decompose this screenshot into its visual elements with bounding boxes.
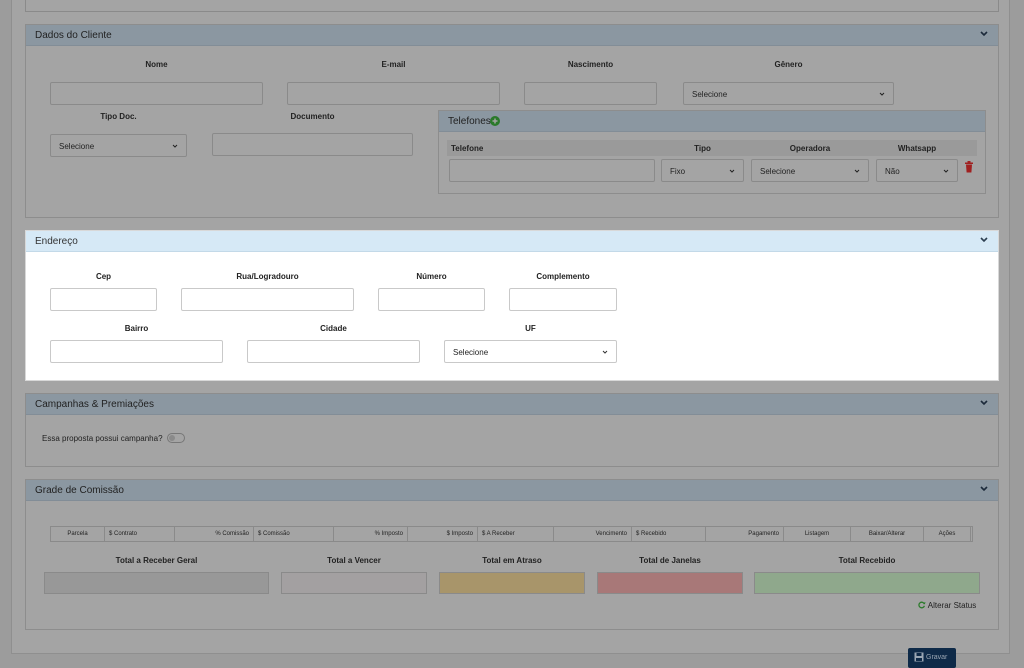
chevron-down-icon[interactable] [979, 29, 989, 39]
genero-label: Gênero [774, 60, 803, 69]
grade-column-header: $ Recebido [632, 527, 706, 541]
campanhas-title: Campanhas & Premiações [35, 399, 154, 410]
documento-label: Documento [290, 112, 335, 121]
email-field[interactable] [287, 82, 500, 105]
total-value-box [281, 572, 427, 594]
whatsapp-select[interactable]: Não [876, 159, 958, 182]
toggle-knob [169, 435, 175, 441]
total-label: Total em Atraso [482, 556, 542, 565]
complemento-label: Complemento [536, 272, 590, 281]
refresh-icon [918, 601, 926, 609]
grade-column-header: Listagem [784, 527, 851, 541]
grade-column-header: % Comissão [175, 527, 254, 541]
floppy-disk-icon [914, 652, 924, 662]
total-value-box [754, 572, 980, 594]
grade-column-header: Baixar/Alterar [851, 527, 924, 541]
chevron-down-icon[interactable] [979, 398, 989, 408]
tipo-select-value: Fixo [670, 167, 686, 176]
chevron-down-icon [729, 169, 735, 173]
total-label: Total a Vencer [327, 556, 381, 565]
total-label: Total a Receber Geral [115, 556, 198, 565]
uf-label: UF [525, 324, 536, 333]
grade-comissao-header[interactable]: Grade de Comissão [26, 480, 998, 501]
total-label: Total de Janelas [639, 556, 701, 565]
grade-column-header: $ Imposto [408, 527, 478, 541]
grade-column-header: Vencimento [554, 527, 632, 541]
bairro-field[interactable] [50, 340, 223, 363]
previous-section-bottom [25, 0, 999, 12]
grade-column-header: Pagamento [706, 527, 784, 541]
total-value-box [597, 572, 743, 594]
grade-column-header: % Imposto [334, 527, 408, 541]
alterar-status-link[interactable]: Alterar Status [918, 601, 976, 610]
grade-column-header: $ Contrato [105, 527, 175, 541]
campanha-question: Essa proposta possui campanha? [42, 434, 163, 443]
uf-select-value: Selecione [453, 348, 489, 357]
telefone-field[interactable] [449, 159, 655, 182]
trash-icon[interactable] [964, 161, 974, 173]
chevron-down-icon[interactable] [979, 235, 989, 245]
complemento-field[interactable] [509, 288, 617, 311]
cidade-label: Cidade [320, 324, 347, 333]
nascimento-field[interactable] [524, 82, 657, 105]
cep-label: Cep [95, 272, 112, 281]
nascimento-label: Nascimento [567, 60, 614, 69]
dados-cliente-header[interactable]: Dados do Cliente [26, 25, 998, 46]
grade-column-header: Ações [924, 527, 971, 541]
chevron-down-icon [854, 169, 860, 173]
telefones-title: Telefones [448, 116, 491, 127]
chevron-down-icon [602, 350, 608, 354]
tipo-doc-select[interactable]: Selecione [50, 134, 187, 157]
tipo-doc-label: Tipo Doc. [100, 112, 137, 121]
dados-cliente-title: Dados do Cliente [35, 30, 112, 41]
chevron-down-icon [943, 169, 949, 173]
grade-comissao-title: Grade de Comissão [35, 485, 124, 496]
operadora-select[interactable]: Selecione [751, 159, 869, 182]
campanhas-panel: Campanhas & Premiações [25, 393, 999, 467]
telefone-column-header: Telefone [451, 144, 484, 153]
campanha-toggle[interactable] [167, 433, 185, 443]
rua-label: Rua/Logradouro [236, 272, 299, 281]
tipo-doc-select-value: Selecione [59, 142, 95, 151]
telefones-header: Telefones [439, 111, 985, 132]
chevron-down-icon[interactable] [979, 484, 989, 494]
campanhas-header[interactable]: Campanhas & Premiações [26, 394, 998, 415]
nome-label: Nome [145, 60, 168, 69]
add-phone-icon[interactable] [490, 116, 500, 126]
uf-select[interactable]: Selecione [444, 340, 617, 363]
rua-field[interactable] [181, 288, 354, 311]
genero-select[interactable]: Selecione [683, 82, 894, 105]
numero-field[interactable] [378, 288, 485, 311]
numero-label: Número [416, 272, 447, 281]
grade-column-header: $ Comissão [254, 527, 334, 541]
tipo-select[interactable]: Fixo [661, 159, 744, 182]
documento-field[interactable] [212, 133, 413, 156]
cidade-field[interactable] [247, 340, 420, 363]
total-label: Total Recebido [838, 556, 896, 565]
grade-comissao-panel: Grade de Comissão [25, 479, 999, 630]
endereco-header[interactable]: Endereço [26, 231, 998, 252]
bairro-label: Bairro [124, 324, 149, 333]
total-value-box [439, 572, 585, 594]
grade-column-header: Parcela [51, 527, 105, 541]
genero-select-value: Selecione [692, 90, 728, 99]
email-label: E-mail [381, 60, 406, 69]
total-value-box [44, 572, 269, 594]
whatsapp-column-header: Whatsapp [897, 144, 937, 153]
operadora-column-header: Operadora [789, 144, 831, 153]
operadora-select-value: Selecione [760, 167, 796, 176]
alterar-status-label: Alterar Status [927, 601, 977, 610]
grade-table-header: Parcela $ Contrato% Comissão $ Comissão% I… [50, 526, 973, 542]
save-button-label: Gravar [926, 654, 948, 661]
chevron-down-icon [172, 144, 178, 148]
grade-column-header: $ A Receber [478, 527, 554, 541]
endereco-title: Endereço [35, 236, 78, 247]
chevron-down-icon [879, 92, 885, 96]
nome-field[interactable] [50, 82, 263, 105]
tipo-column-header: Tipo [694, 144, 711, 153]
save-button[interactable]: Gravar [908, 648, 956, 668]
whatsapp-select-value: Não [885, 167, 900, 176]
cep-field[interactable] [50, 288, 157, 311]
